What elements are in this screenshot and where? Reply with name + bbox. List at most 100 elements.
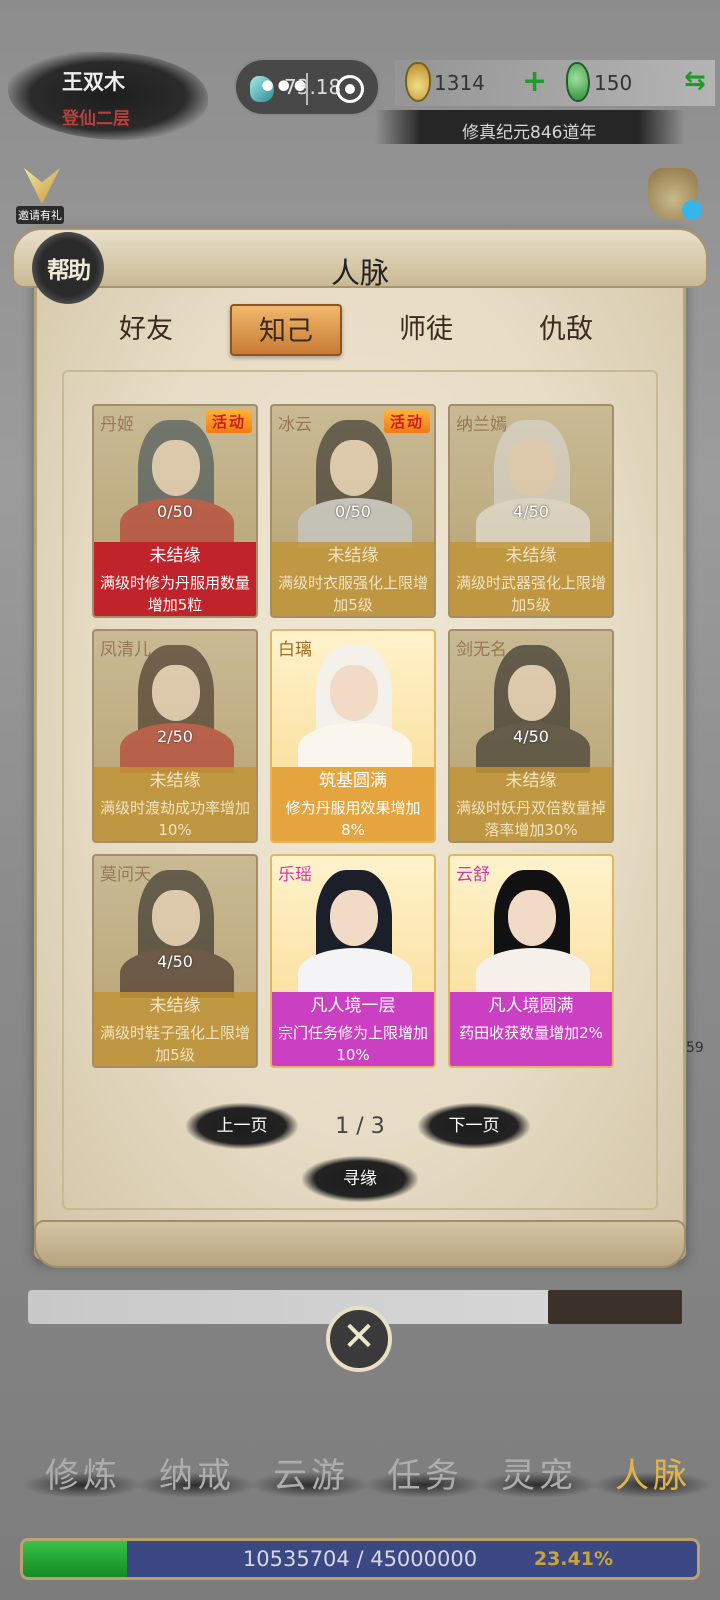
portrait-face: [152, 665, 200, 721]
gold-amount: 1314: [434, 71, 485, 95]
tab-friends[interactable]: 好友: [90, 304, 202, 356]
bond-effect: 满级时鞋子强化上限增加5级: [94, 1020, 256, 1066]
bond-status: 未结缘: [94, 542, 256, 570]
character-name: 白璃: [278, 640, 312, 660]
portrait-face: [330, 890, 378, 946]
experience-bar: 10535704 / 45000000 23.41%: [20, 1538, 700, 1580]
bond-effect: 满级时渡劫成功率增加10%: [94, 795, 256, 841]
bond-effect: 满级时衣服强化上限增加5级: [272, 570, 434, 616]
nav-cultivate[interactable]: 修炼: [22, 1448, 142, 1498]
character-name: 丹姬: [100, 415, 134, 435]
character-name: 纳兰嫣: [456, 415, 507, 435]
add-currency-button[interactable]: +: [522, 64, 547, 99]
confidant-card[interactable]: 冰云 活动 0/50 未结缘 满级时衣服强化上限增加5级: [270, 404, 436, 618]
jade-icon: [566, 62, 590, 102]
portrait-robe: [298, 948, 412, 998]
confidant-card[interactable]: 莫问天 4/50 未结缘 满级时鞋子强化上限增加5级: [92, 854, 258, 1068]
relation-tabs: 好友 知己 师徒 仇敌: [90, 304, 630, 360]
portrait-face: [508, 890, 556, 946]
capsule-value: 73.18: [284, 75, 342, 99]
nav-label: 灵宠: [501, 1456, 577, 1496]
scroll-bottom-rod: [34, 1220, 686, 1268]
seek-fate-button[interactable]: 寻缘: [302, 1156, 418, 1202]
confidant-card[interactable]: 纳兰嫣 4/50 未结缘 满级时武器强化上限增加5级: [448, 404, 614, 618]
invite-caption: 邀请有礼: [16, 206, 64, 224]
treasure-bag-icon[interactable]: [648, 168, 702, 220]
bond-progress: 4/50: [513, 727, 549, 746]
nav-label: 修炼: [45, 1456, 121, 1496]
bond-progress: 0/50: [157, 502, 193, 521]
bond-effect: 满级时妖丹双倍数量掉落率增加30%: [450, 795, 612, 841]
player-realm: 登仙二层: [62, 109, 130, 129]
tab-enemies[interactable]: 仇敌: [510, 304, 622, 356]
bond-effect: 满级时修为丹服用数量增加5粒: [94, 570, 256, 616]
background-track-end: [548, 1290, 682, 1324]
bond-status: 未结缘: [94, 992, 256, 1020]
portrait-face: [330, 440, 378, 496]
bond-status: 筑基圆满: [272, 767, 434, 795]
confidant-card[interactable]: 丹姬 活动 0/50 未结缘 满级时修为丹服用数量增加5粒: [92, 404, 258, 618]
panel-title: 人脉: [330, 256, 389, 290]
character-name: 云舒: [456, 865, 490, 885]
page-indicator: 1 / 3: [335, 1114, 385, 1139]
gold-ingot-icon: [405, 62, 431, 102]
portrait-robe: [476, 948, 590, 998]
next-page-button[interactable]: 下一页: [418, 1103, 530, 1149]
bond-effect: 药田收获数量增加2%: [450, 1020, 612, 1066]
confidant-card[interactable]: 凤清儿 2/50 未结缘 满级时渡劫成功率增加10%: [92, 629, 258, 843]
nav-relations[interactable]: 人脉: [592, 1448, 712, 1498]
bond-status: 凡人境圆满: [450, 992, 612, 1020]
bond-status: 未结缘: [94, 767, 256, 795]
nav-tasks[interactable]: 任务: [364, 1448, 484, 1498]
portrait-face: [508, 440, 556, 496]
side-number: 59: [686, 1040, 704, 1056]
nav-label: 人脉: [615, 1456, 691, 1496]
close-icon[interactable]: ✕: [326, 1306, 392, 1372]
portrait-face: [152, 890, 200, 946]
nav-label: 云游: [273, 1456, 349, 1496]
character-name: 剑无名: [456, 640, 507, 660]
bottom-nav: 修炼 纳戒 云游 任务 灵宠 人脉: [0, 1448, 720, 1508]
nav-pets[interactable]: 灵宠: [478, 1448, 598, 1498]
bond-progress: 4/50: [157, 952, 193, 971]
character-name: 凤清儿: [100, 640, 151, 660]
close-program-icon[interactable]: [336, 75, 364, 103]
character-name: 冰云: [278, 415, 312, 435]
prev-page-button[interactable]: 上一页: [186, 1103, 298, 1149]
bond-effect: 满级时武器强化上限增加5级: [450, 570, 612, 616]
bond-progress: 4/50: [513, 502, 549, 521]
nav-ring[interactable]: 纳戒: [136, 1448, 256, 1498]
mini-program-capsule[interactable]: ••• 73.18: [234, 58, 380, 116]
nav-travel[interactable]: 云游: [250, 1448, 370, 1498]
event-badge: 活动: [383, 410, 430, 433]
portrait-face: [508, 665, 556, 721]
experience-percent: 23.41%: [533, 1548, 613, 1570]
character-name: 乐瑶: [278, 865, 312, 885]
top-status-bar: 王双木 登仙二层 ••• 73.18 1314 + 150 ⇆ 修真纪元846道…: [0, 0, 720, 150]
portrait-face: [152, 440, 200, 496]
bond-status: 未结缘: [450, 767, 612, 795]
capsule-divider: [306, 73, 308, 105]
invite-reward-button[interactable]: 邀请有礼: [16, 168, 70, 224]
exchange-button[interactable]: ⇆: [684, 66, 706, 96]
confidant-card[interactable]: 白璃 筑基圆满 修为丹服用效果增加8%: [270, 629, 436, 843]
portrait-face: [330, 665, 378, 721]
confidant-card[interactable]: 乐瑶凡人境一层 宗门任务修为上限增加10%: [270, 854, 436, 1068]
wings-icon: [24, 168, 60, 204]
bond-status: 未结缘: [272, 542, 434, 570]
portrait-robe: [298, 723, 412, 773]
event-badge: 活动: [205, 410, 252, 433]
bond-progress: 0/50: [335, 502, 371, 521]
bond-status: 凡人境一层: [272, 992, 434, 1020]
player-name[interactable]: 王双木: [62, 66, 125, 96]
tab-confidants[interactable]: 知己: [230, 304, 342, 356]
nav-label: 纳戒: [159, 1456, 235, 1496]
bond-progress: 2/50: [157, 727, 193, 746]
bond-status: 未结缘: [450, 542, 612, 570]
confidant-card[interactable]: 剑无名 4/50 未结缘 满级时妖丹双倍数量掉落率增加30%: [448, 629, 614, 843]
confidant-card[interactable]: 云舒凡人境圆满 药田收获数量增加2%: [448, 854, 614, 1068]
bond-effect: 宗门任务修为上限增加10%: [272, 1020, 434, 1066]
nav-label: 任务: [387, 1456, 463, 1496]
jade-amount: 150: [594, 71, 633, 95]
tab-master-disciple[interactable]: 师徒: [370, 304, 482, 356]
